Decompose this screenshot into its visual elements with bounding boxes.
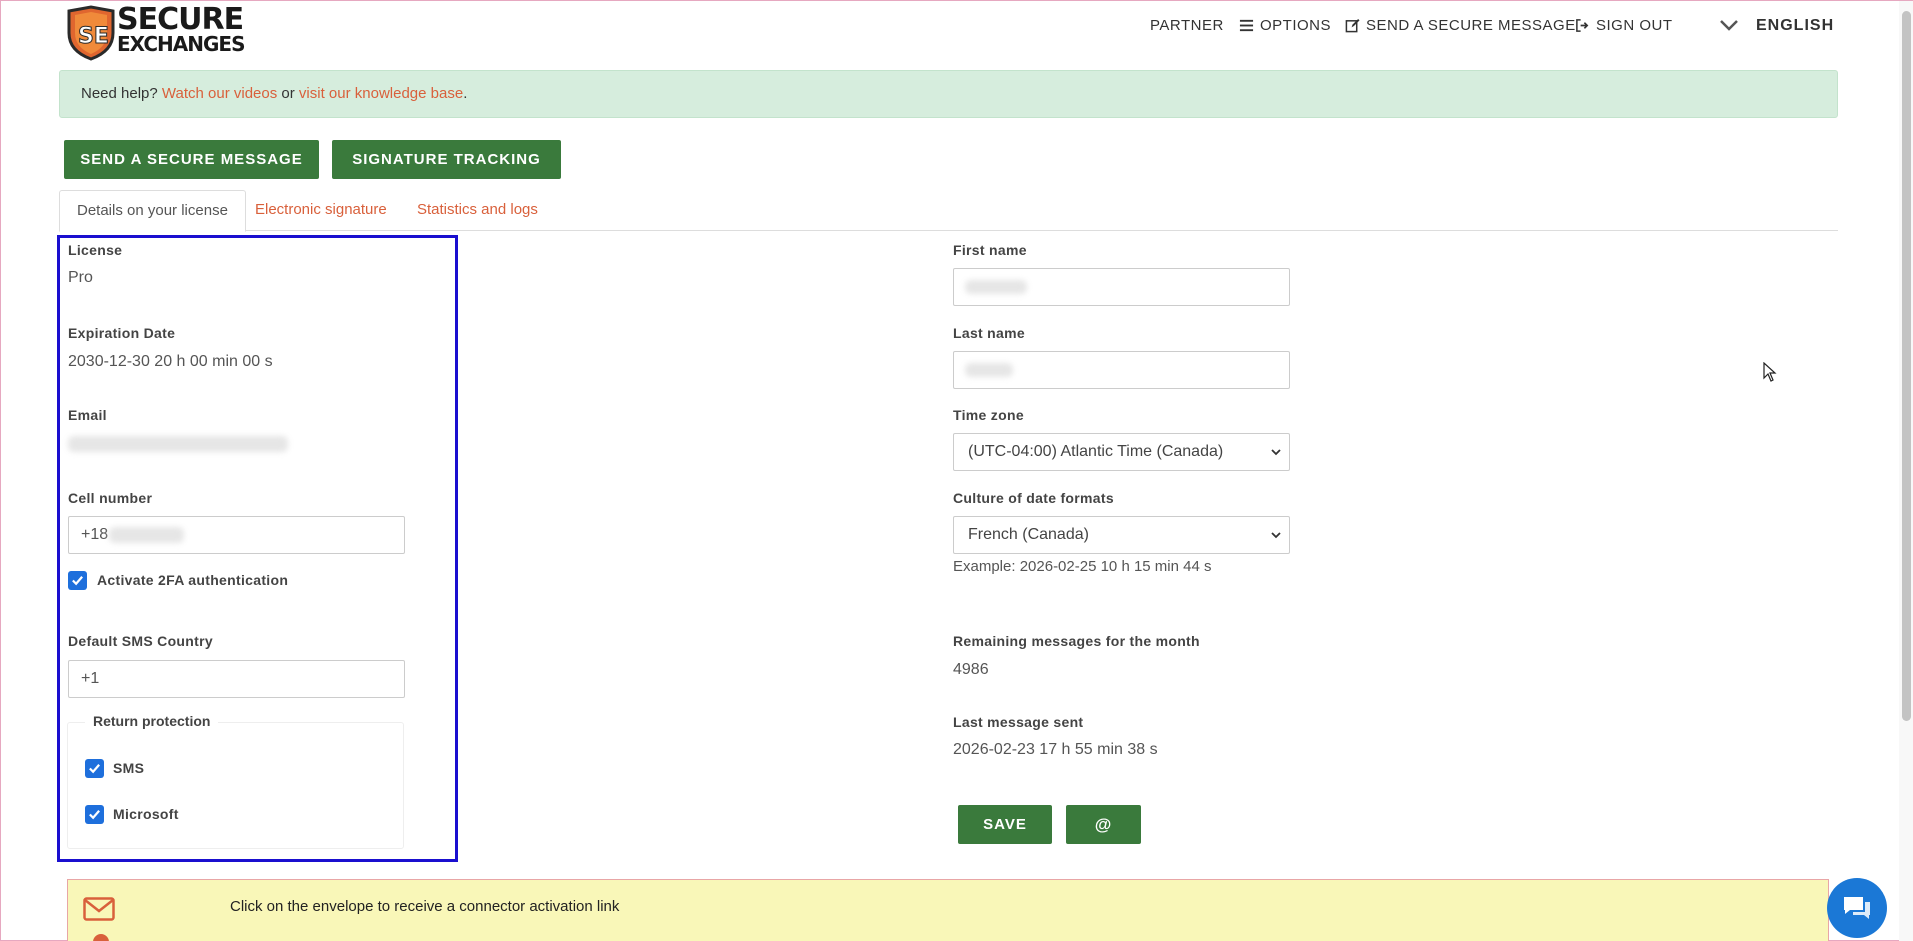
signature-tracking-button[interactable]: SIGNATURE TRACKING	[332, 140, 561, 179]
help-prefix: Need help?	[81, 85, 158, 102]
language-label[interactable]: ENGLISH	[1756, 17, 1834, 35]
help-or: or	[281, 85, 295, 102]
last-name-label: Last name	[953, 325, 1025, 341]
mouse-cursor-icon	[1763, 361, 1777, 387]
check-icon	[89, 764, 100, 774]
nav-options-label: OPTIONS	[1260, 17, 1332, 34]
help-banner: Need help? Watch our videos or visit our…	[59, 70, 1838, 118]
menu-icon	[1239, 19, 1254, 32]
email-value-redacted	[68, 436, 288, 452]
svg-text:SE: SE	[78, 24, 109, 49]
check-icon	[89, 810, 100, 820]
last-name-redacted	[965, 363, 1013, 377]
expiration-label: Expiration Date	[68, 325, 176, 341]
knowledge-base-link[interactable]: visit our knowledge base	[299, 85, 463, 102]
language-dropdown[interactable]	[1719, 18, 1739, 37]
connector-notice-text: Click on the envelope to receive a conne…	[230, 898, 620, 915]
chevron-down-icon	[1720, 20, 1738, 31]
expiration-value: 2030-12-30 20 h 00 min 00 s	[68, 353, 273, 370]
envelope-icon[interactable]	[83, 897, 115, 926]
first-name-redacted	[965, 280, 1027, 294]
cell-number-value: +18	[81, 526, 109, 543]
sms-country-input[interactable]: +1	[68, 660, 405, 698]
chat-icon	[1844, 897, 1870, 919]
license-label: License	[68, 242, 123, 258]
last-message-value: 2026-02-23 17 h 55 min 38 s	[953, 741, 1158, 758]
return-microsoft-checkbox[interactable]	[85, 805, 104, 824]
twofa-checkbox[interactable]	[68, 571, 87, 590]
chevron-down-icon	[1271, 532, 1281, 539]
twofa-label: Activate 2FA authentication	[97, 572, 289, 588]
return-sms-checkbox[interactable]	[85, 759, 104, 778]
culture-value: French (Canada)	[968, 526, 1089, 543]
culture-example: Example: 2026-02-25 10 h 15 min 44 s	[953, 558, 1212, 575]
nav-partner[interactable]: PARTNER	[1150, 17, 1224, 34]
logo-wordmark: SECURE EXCHANGES	[117, 2, 245, 56]
cell-number-redacted	[109, 527, 184, 543]
remaining-messages-label: Remaining messages for the month	[953, 633, 1200, 649]
nav-sign-out[interactable]: SIGN OUT	[1575, 17, 1673, 34]
tab-electronic-signature[interactable]: Electronic signature	[238, 190, 404, 231]
email-label: Email	[68, 407, 107, 423]
nav-send-label: SEND A SECURE MESSAGE	[1366, 17, 1576, 34]
return-protection-fieldset	[67, 722, 404, 849]
tab-statistics-logs[interactable]: Statistics and logs	[400, 190, 555, 231]
timezone-select[interactable]: (UTC-04:00) Atlantic Time (Canada)	[953, 433, 1290, 471]
at-button[interactable]: @	[1066, 805, 1141, 844]
scrollbar-thumb[interactable]	[1902, 11, 1911, 721]
sms-country-value: +1	[81, 670, 100, 687]
return-sms-label: SMS	[113, 760, 145, 776]
sign-out-icon	[1576, 19, 1589, 32]
chevron-down-icon	[1271, 449, 1281, 456]
tab-license-details[interactable]: Details on your license	[59, 190, 246, 232]
nav-signout-label: SIGN OUT	[1596, 17, 1673, 34]
send-secure-message-button[interactable]: SEND A SECURE MESSAGE	[64, 140, 319, 179]
return-microsoft-label: Microsoft	[113, 806, 179, 822]
help-suffix: .	[463, 85, 468, 102]
timezone-label: Time zone	[953, 407, 1024, 423]
culture-label: Culture of date formats	[953, 490, 1114, 506]
save-button[interactable]: SAVE	[958, 805, 1052, 844]
sms-country-label: Default SMS Country	[68, 633, 213, 649]
watch-videos-link[interactable]: Watch our videos	[162, 85, 277, 102]
culture-select[interactable]: French (Canada)	[953, 516, 1290, 554]
nav-options[interactable]: OPTIONS	[1239, 17, 1331, 34]
nav-partner-label: PARTNER	[1150, 17, 1224, 34]
remaining-messages-value: 4986	[953, 661, 989, 678]
tab-bar: Details on your license Electronic signa…	[59, 190, 1838, 232]
first-name-label: First name	[953, 242, 1027, 258]
edit-icon	[1345, 18, 1360, 33]
license-value: Pro	[68, 269, 93, 286]
timezone-value: (UTC-04:00) Atlantic Time (Canada)	[968, 443, 1224, 460]
shield-logo-icon: SE	[67, 5, 115, 61]
cell-number-label: Cell number	[68, 490, 153, 506]
last-message-label: Last message sent	[953, 714, 1084, 730]
check-icon	[72, 576, 83, 586]
return-protection-legend: Return protection	[85, 713, 219, 729]
nav-send-message[interactable]: SEND A SECURE MESSAGE	[1345, 17, 1576, 34]
chat-widget-button[interactable]	[1827, 878, 1887, 938]
